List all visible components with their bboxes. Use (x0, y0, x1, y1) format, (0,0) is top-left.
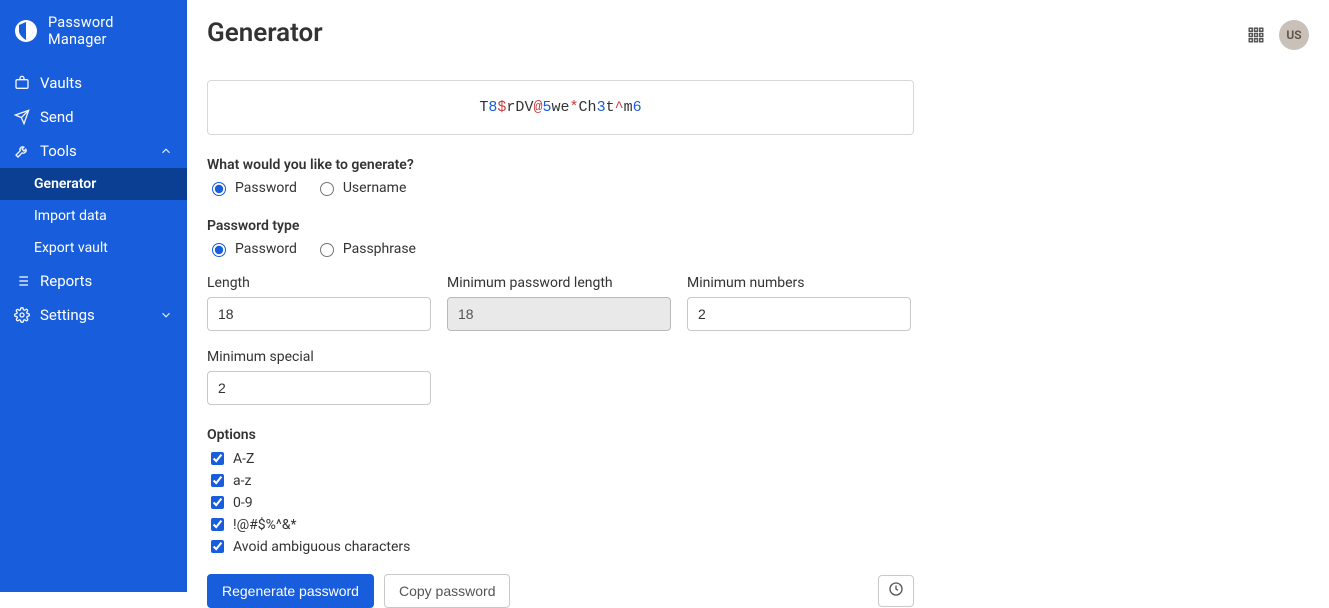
length-label: Length (207, 275, 431, 291)
checkbox-label: A-Z (233, 451, 254, 467)
what-option-username[interactable]: Username (315, 179, 407, 196)
briefcase-icon (14, 75, 30, 91)
min-length-label: Minimum password length (447, 275, 671, 291)
min-length-field-wrapper: Minimum password length (447, 275, 671, 331)
option-uppercase[interactable]: A-Z (207, 449, 914, 468)
min-special-field-wrapper: Minimum special (207, 349, 431, 405)
options-list: A-Z a-z 0-9 !@#$%^&* Avoid ambiguous cha… (207, 449, 914, 556)
tools-subnav: Generator Import data Export vault (0, 168, 187, 264)
main: Generator US T8$rDV@5we*Ch3t^m6 What wou… (187, 0, 1329, 592)
sidebar-item-tools[interactable]: Tools (0, 134, 187, 168)
option-avoid-ambiguous[interactable]: Avoid ambiguous characters (207, 537, 914, 556)
avatar-initials: US (1286, 28, 1301, 42)
sidebar-item-label: Generator (34, 176, 96, 192)
send-icon (14, 109, 30, 125)
min-length-input (447, 297, 671, 331)
regenerate-button[interactable]: Regenerate password (207, 574, 374, 608)
history-button[interactable] (878, 575, 914, 607)
min-numbers-field-wrapper: Minimum numbers (687, 275, 911, 331)
radio-input[interactable] (212, 243, 226, 257)
radio-input[interactable] (212, 182, 226, 196)
sidebar-item-settings[interactable]: Settings (0, 298, 187, 332)
history-icon (888, 581, 904, 601)
radio-label: Passphrase (343, 241, 416, 257)
checkbox-input[interactable] (211, 518, 224, 531)
checkbox-label: Avoid ambiguous characters (233, 539, 410, 555)
min-special-label: Minimum special (207, 349, 431, 365)
shield-logo-icon (14, 19, 38, 43)
length-input[interactable] (207, 297, 431, 331)
list-icon (14, 273, 30, 289)
checkbox-label: 0-9 (233, 495, 253, 511)
radio-input[interactable] (320, 243, 334, 257)
sidebar-item-label: Export vault (34, 240, 108, 256)
wrench-icon (14, 143, 30, 159)
sidebar-item-label: Settings (40, 306, 95, 324)
content: T8$rDV@5we*Ch3t^m6 What would you like t… (207, 56, 914, 556)
button-row: Regenerate password Copy password (207, 574, 914, 608)
type-label: Password type (207, 218, 914, 234)
checkbox-input[interactable] (211, 474, 224, 487)
sidebar-item-label: Vaults (40, 74, 82, 92)
option-digits[interactable]: 0-9 (207, 493, 914, 512)
sidebar-item-generator[interactable]: Generator (0, 168, 187, 200)
radio-label: Password (235, 180, 297, 196)
sidebar-item-vaults[interactable]: Vaults (0, 66, 187, 100)
generated-password: T8$rDV@5we*Ch3t^m6 (207, 80, 914, 135)
option-special[interactable]: !@#$%^&* (207, 515, 914, 534)
avatar[interactable]: US (1279, 20, 1309, 50)
topbar: Generator US (207, 14, 1309, 56)
type-option-password[interactable]: Password (207, 240, 297, 257)
radio-label: Password (235, 241, 297, 257)
what-label: What would you like to generate? (207, 157, 914, 173)
min-numbers-label: Minimum numbers (687, 275, 911, 291)
copy-button[interactable]: Copy password (384, 574, 511, 608)
what-option-password[interactable]: Password (207, 179, 297, 196)
checkbox-input[interactable] (211, 496, 224, 509)
app-grid-icon[interactable] (1247, 26, 1265, 44)
sidebar-item-label: Tools (40, 142, 77, 160)
fields-row-1: Length Minimum password length Minimum n… (207, 275, 914, 331)
topbar-right: US (1247, 20, 1309, 50)
brand[interactable]: Password Manager (0, 0, 187, 62)
min-numbers-input[interactable] (687, 297, 911, 331)
sidebar-nav: Vaults Send Tools Generator (0, 62, 187, 332)
sidebar-item-send[interactable]: Send (0, 100, 187, 134)
chevron-down-icon (159, 308, 173, 322)
options-label: Options (207, 427, 914, 443)
checkbox-input[interactable] (211, 452, 224, 465)
chevron-up-icon (159, 144, 173, 158)
radio-label: Username (343, 180, 407, 196)
option-lowercase[interactable]: a-z (207, 471, 914, 490)
sidebar-item-label: Send (40, 108, 74, 126)
fields-row-2: Minimum special (207, 349, 914, 405)
what-radio-group: Password Username (207, 179, 914, 196)
type-option-passphrase[interactable]: Passphrase (315, 240, 416, 257)
min-special-input[interactable] (207, 371, 431, 405)
radio-input[interactable] (320, 182, 334, 196)
checkbox-label: !@#$%^&* (233, 517, 297, 533)
sidebar-item-label: Reports (40, 272, 92, 290)
page-title: Generator (207, 18, 323, 48)
sidebar-item-import[interactable]: Import data (0, 200, 187, 232)
gear-icon (14, 307, 30, 323)
checkbox-label: a-z (233, 473, 251, 489)
checkbox-input[interactable] (211, 540, 224, 553)
sidebar-item-export[interactable]: Export vault (0, 232, 187, 264)
brand-name: Password Manager (48, 14, 173, 48)
type-radio-group: Password Passphrase (207, 240, 914, 257)
sidebar-item-reports[interactable]: Reports (0, 264, 187, 298)
length-field-wrapper: Length (207, 275, 431, 331)
sidebar: Password Manager Vaults Send (0, 0, 187, 592)
sidebar-item-label: Import data (34, 208, 107, 224)
